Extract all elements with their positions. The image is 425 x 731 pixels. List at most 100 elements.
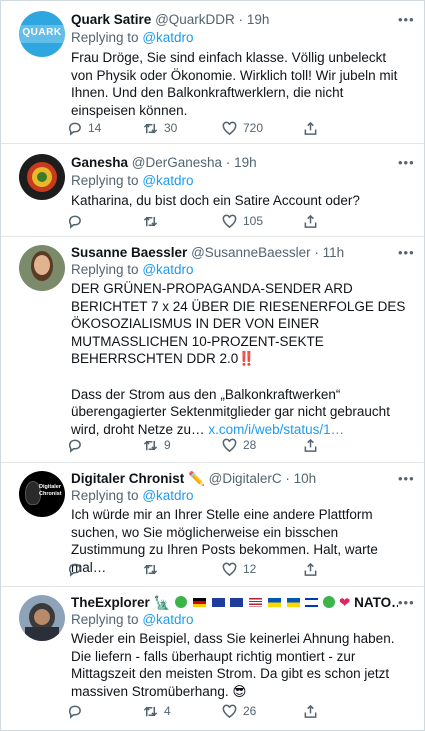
share-button[interactable] <box>303 560 318 578</box>
share-button[interactable] <box>303 212 318 230</box>
avatar[interactable] <box>19 154 65 200</box>
retweet-button[interactable]: 4 <box>143 702 171 720</box>
tweet-actions: 105 <box>67 212 317 230</box>
display-name[interactable]: Quark Satire <box>71 12 151 27</box>
reply-button[interactable] <box>67 560 82 578</box>
reply-icon <box>68 439 81 453</box>
tweet-link[interactable]: x.com/i/web/status/1… <box>208 422 344 437</box>
avatar-logo-text: QUARK <box>22 27 62 38</box>
retweet-icon <box>143 216 158 226</box>
display-name[interactable]: Susanne Baessler <box>71 245 187 260</box>
retweet-count: 4 <box>164 704 171 718</box>
like-count: 26 <box>243 704 257 718</box>
more-icon[interactable]: ••• <box>398 246 414 264</box>
name-emoji-row: 🗽 ❤ <box>154 595 355 610</box>
replying-to: Replying to @katdro <box>71 488 194 503</box>
reply-icon <box>68 122 81 136</box>
share-icon <box>304 704 317 718</box>
retweet-button[interactable] <box>143 560 158 578</box>
flag-eu-icon <box>230 598 244 607</box>
mention-link[interactable]: @katdro <box>142 173 193 188</box>
tweet-text: DER GRÜNEN-PROPAGANDA-SENDER ARD BERICHT… <box>71 280 411 438</box>
display-name[interactable]: TheExplorer <box>71 595 150 610</box>
timestamp[interactable]: 19h <box>234 155 257 170</box>
tweet-text: Katharina, du bist doch ein Satire Accou… <box>71 193 360 208</box>
share-button[interactable] <box>303 436 318 454</box>
tweet-the-explorer[interactable]: TheExplorer 🗽 ❤ NATO… · 17h ••• Replying… <box>1 587 424 730</box>
tweet-actions: 14 30 720 <box>67 119 317 137</box>
display-name[interactable]: Digitaler Chronist <box>71 471 184 486</box>
like-button[interactable]: 105 <box>222 212 263 230</box>
retweet-button[interactable]: 30 <box>143 119 177 137</box>
retweet-icon <box>143 123 158 133</box>
user-handle[interactable]: @DigitalerC <box>209 471 282 486</box>
flag-israel-icon <box>305 598 319 607</box>
replying-to: Replying to @katdro <box>71 30 194 45</box>
timestamp[interactable]: 10h <box>294 471 317 486</box>
more-icon[interactable]: ••• <box>398 13 414 31</box>
tweet-susanne-baessler[interactable]: Susanne Baessler @SusanneBaessler · 11h … <box>1 237 424 463</box>
avatar[interactable] <box>19 595 65 641</box>
like-icon <box>222 214 237 228</box>
replying-to: Replying to @katdro <box>71 612 194 627</box>
reply-button[interactable]: 14 <box>67 119 101 137</box>
mention-link[interactable]: @katdro <box>142 262 193 277</box>
flag-germany-icon <box>192 598 206 607</box>
mention-link[interactable]: @katdro <box>142 488 193 503</box>
more-icon[interactable]: ••• <box>398 156 414 174</box>
pencil-emoji: ✏️ <box>188 471 205 486</box>
flag-ukraine-icon <box>267 598 281 607</box>
retweet-icon <box>143 706 158 716</box>
reply-button[interactable] <box>67 212 82 230</box>
share-button[interactable] <box>303 702 318 720</box>
like-count: 105 <box>243 214 264 228</box>
tweet-header: Ganesha @DerGanesha · 19h <box>71 155 257 170</box>
tweet-header: Digitaler Chronist ✏️ @DigitalerC · 10h <box>71 471 317 486</box>
replying-to: Replying to @katdro <box>71 262 194 277</box>
user-handle[interactable]: @QuarkDDR <box>155 12 235 27</box>
double-exclamation-emoji: ‼️ <box>238 351 256 367</box>
red-heart-emoji: ❤ <box>339 595 351 610</box>
like-button[interactable]: 12 <box>222 560 256 578</box>
mention-link[interactable]: @katdro <box>142 30 193 45</box>
reply-icon <box>68 563 81 577</box>
tweet-header: TheExplorer 🗽 ❤ NATO… · 17h <box>71 594 398 611</box>
user-handle[interactable]: @SusanneBaessler <box>191 245 311 260</box>
avatar-logo-text: Digitaler Chronist <box>39 484 62 497</box>
avatar[interactable] <box>19 245 65 291</box>
tweet-ganesha[interactable]: Ganesha @DerGanesha · 19h ••• Replying t… <box>1 144 424 237</box>
display-name[interactable]: Ganesha <box>71 155 128 170</box>
user-handle[interactable]: @DerGanesha <box>132 155 222 170</box>
avatar[interactable]: Digitaler Chronist <box>19 471 65 517</box>
timestamp[interactable]: 19h <box>247 12 270 27</box>
reply-button[interactable] <box>67 702 82 720</box>
tweet-text: Wieder ein Beispiel, dass Sie keinerlei … <box>71 631 395 699</box>
like-button[interactable]: 26 <box>222 702 256 720</box>
retweet-button[interactable]: 9 <box>143 436 171 454</box>
tweet-header: Quark Satire @QuarkDDR · 19h <box>71 12 270 27</box>
tweet-actions: 12 <box>67 560 317 578</box>
tweet-quark-satire[interactable]: QUARK Quark Satire @QuarkDDR · 19h ••• R… <box>1 1 424 144</box>
tweet-digitaler-chronist[interactable]: Digitaler Chronist Digitaler Chronist ✏️… <box>1 463 424 587</box>
retweet-icon <box>143 564 158 574</box>
tweet-actions: 4 26 <box>67 702 317 720</box>
retweet-button[interactable] <box>143 212 158 230</box>
more-icon[interactable]: ••• <box>398 472 414 490</box>
mention-link[interactable]: @katdro <box>142 612 193 627</box>
display-name-suffix[interactable]: NATO… <box>354 595 398 610</box>
tweet-actions: 9 28 <box>67 436 317 454</box>
share-button[interactable] <box>303 119 318 137</box>
like-icon <box>222 704 237 718</box>
tweet-text: Frau Dröge, Sie sind einfach klasse. Völ… <box>71 50 398 118</box>
like-button[interactable]: 720 <box>222 119 263 137</box>
reply-thread: QUARK Quark Satire @QuarkDDR · 19h ••• R… <box>0 0 425 731</box>
tweet-header: Susanne Baessler @SusanneBaessler · 11h <box>71 245 345 260</box>
like-count: 12 <box>243 562 257 576</box>
avatar[interactable]: QUARK <box>19 11 65 57</box>
like-icon <box>222 121 237 135</box>
reply-button[interactable] <box>67 436 82 454</box>
like-button[interactable]: 28 <box>222 436 256 454</box>
timestamp[interactable]: 11h <box>323 245 345 260</box>
retweet-count: 9 <box>164 438 171 452</box>
more-icon[interactable]: ••• <box>398 596 414 614</box>
